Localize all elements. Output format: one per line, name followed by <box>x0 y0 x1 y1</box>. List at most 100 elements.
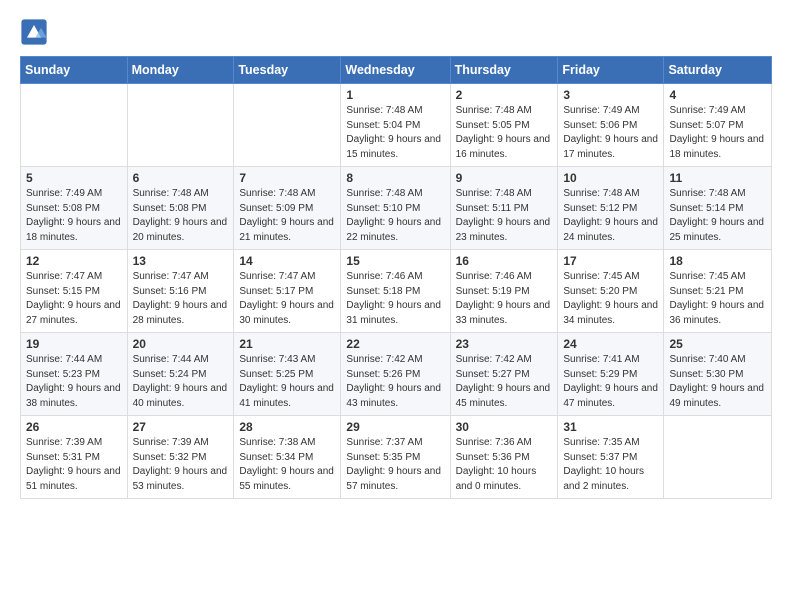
calendar-day-27: 27Sunrise: 7:39 AMSunset: 5:32 PMDayligh… <box>127 416 234 499</box>
daylight-text: Daylight: 9 hours and 25 minutes. <box>669 217 764 243</box>
sunset-text: Sunset: 5:15 PM <box>26 286 100 297</box>
sunset-text: Sunset: 5:06 PM <box>563 120 637 131</box>
day-info: Sunrise: 7:44 AMSunset: 5:23 PMDaylight:… <box>26 353 122 411</box>
day-number: 1 <box>346 88 444 102</box>
day-info: Sunrise: 7:49 AMSunset: 5:08 PMDaylight:… <box>26 187 122 245</box>
day-number: 25 <box>669 337 766 351</box>
sunset-text: Sunset: 5:04 PM <box>346 120 420 131</box>
sunset-text: Sunset: 5:23 PM <box>26 369 100 380</box>
day-number: 30 <box>456 420 553 434</box>
calendar-week-row: 12Sunrise: 7:47 AMSunset: 5:15 PMDayligh… <box>21 250 772 333</box>
sunrise-text: Sunrise: 7:48 AM <box>346 105 422 116</box>
sunrise-text: Sunrise: 7:46 AM <box>456 271 532 282</box>
day-info: Sunrise: 7:42 AMSunset: 5:27 PMDaylight:… <box>456 353 553 411</box>
day-info: Sunrise: 7:40 AMSunset: 5:30 PMDaylight:… <box>669 353 766 411</box>
day-number: 22 <box>346 337 444 351</box>
day-info: Sunrise: 7:37 AMSunset: 5:35 PMDaylight:… <box>346 436 444 494</box>
calendar-day-16: 16Sunrise: 7:46 AMSunset: 5:19 PMDayligh… <box>450 250 558 333</box>
calendar-day-2: 2Sunrise: 7:48 AMSunset: 5:05 PMDaylight… <box>450 84 558 167</box>
sunset-text: Sunset: 5:07 PM <box>669 120 743 131</box>
sunrise-text: Sunrise: 7:47 AM <box>239 271 315 282</box>
day-number: 9 <box>456 171 553 185</box>
calendar-day-19: 19 Sunrise: 7:44 AMSunset: 5:23 PMDayligh… <box>21 333 128 416</box>
sunrise-text: Sunrise: 7:48 AM <box>456 188 532 199</box>
daylight-text: Daylight: 9 hours and 34 minutes. <box>563 300 658 326</box>
day-number: 26 <box>26 420 122 434</box>
daylight-text: Daylight: 9 hours and 22 minutes. <box>346 217 441 243</box>
sunset-text: Sunset: 5:10 PM <box>346 203 420 214</box>
day-number: 11 <box>669 171 766 185</box>
day-info: Sunrise: 7:47 AMSunset: 5:15 PMDaylight:… <box>26 270 122 328</box>
day-info: Sunrise: 7:48 AMSunset: 5:14 PMDaylight:… <box>669 187 766 245</box>
day-number: 27 <box>133 420 229 434</box>
daylight-text: Daylight: 10 hours and 2 minutes. <box>563 466 644 492</box>
daylight-text: Daylight: 9 hours and 24 minutes. <box>563 217 658 243</box>
sunrise-text: Sunrise: 7:42 AM <box>456 354 532 365</box>
daylight-text: Daylight: 9 hours and 55 minutes. <box>239 466 334 492</box>
day-info: Sunrise: 7:48 AMSunset: 5:12 PMDaylight:… <box>563 187 658 245</box>
daylight-text: Daylight: 9 hours and 47 minutes. <box>563 383 658 409</box>
calendar-week-row: 5Sunrise: 7:49 AMSunset: 5:08 PMDaylight… <box>21 167 772 250</box>
calendar-day-1: 1Sunrise: 7:48 AMSunset: 5:04 PMDaylight… <box>341 84 450 167</box>
day-info: Sunrise: 7:46 AMSunset: 5:19 PMDaylight:… <box>456 270 553 328</box>
daylight-text: Daylight: 9 hours and 49 minutes. <box>669 383 764 409</box>
day-info: Sunrise: 7:36 AMSunset: 5:36 PMDaylight:… <box>456 436 553 494</box>
day-number: 31 <box>563 420 658 434</box>
logo <box>20 18 52 46</box>
empty-day-cell <box>127 84 234 167</box>
sunrise-text: Sunrise: 7:46 AM <box>346 271 422 282</box>
daylight-text: Daylight: 9 hours and 40 minutes. <box>133 383 228 409</box>
sunset-text: Sunset: 5:18 PM <box>346 286 420 297</box>
sunrise-text: Sunrise: 7:49 AM <box>26 188 102 199</box>
sunrise-text: Sunrise: 7:39 AM <box>133 437 209 448</box>
day-info: Sunrise: 7:48 AMSunset: 5:04 PMDaylight:… <box>346 104 444 162</box>
sunset-text: Sunset: 5:35 PM <box>346 452 420 463</box>
calendar-week-row: 26 Sunrise: 7:39 AMSunset: 5:31 PMDayligh… <box>21 416 772 499</box>
day-number: 8 <box>346 171 444 185</box>
day-number: 4 <box>669 88 766 102</box>
day-info: Sunrise: 7:48 AMSunset: 5:10 PMDaylight:… <box>346 187 444 245</box>
sunset-text: Sunset: 5:19 PM <box>456 286 530 297</box>
daylight-text: Daylight: 9 hours and 21 minutes. <box>239 217 334 243</box>
calendar-day-24: 24Sunrise: 7:41 AMSunset: 5:29 PMDayligh… <box>558 333 664 416</box>
sunrise-text: Sunrise: 7:48 AM <box>669 188 745 199</box>
sunrise-text: Sunrise: 7:44 AM <box>133 354 209 365</box>
calendar-day-15: 15Sunrise: 7:46 AMSunset: 5:18 PMDayligh… <box>341 250 450 333</box>
calendar-table: SundayMondayTuesdayWednesdayThursdayFrid… <box>20 56 772 499</box>
calendar-day-13: 13Sunrise: 7:47 AMSunset: 5:16 PMDayligh… <box>127 250 234 333</box>
sunset-text: Sunset: 5:16 PM <box>133 286 207 297</box>
daylight-text: Daylight: 10 hours and 0 minutes. <box>456 466 537 492</box>
sunrise-text: Sunrise: 7:41 AM <box>563 354 639 365</box>
sunset-text: Sunset: 5:26 PM <box>346 369 420 380</box>
calendar-day-14: 14Sunrise: 7:47 AMSunset: 5:17 PMDayligh… <box>234 250 341 333</box>
day-info: Sunrise: 7:46 AMSunset: 5:18 PMDaylight:… <box>346 270 444 328</box>
sunrise-text: Sunrise: 7:40 AM <box>669 354 745 365</box>
sunset-text: Sunset: 5:20 PM <box>563 286 637 297</box>
sunset-text: Sunset: 5:08 PM <box>26 203 100 214</box>
calendar-week-row: 19Sunrise: 7:44 AMSunset: 5:23 PMDayligh… <box>21 333 772 416</box>
day-info: Sunrise: 7:48 AMSunset: 5:11 PMDaylight:… <box>456 187 553 245</box>
daylight-text: Daylight: 9 hours and 38 minutes. <box>26 383 121 409</box>
sunset-text: Sunset: 5:09 PM <box>239 203 313 214</box>
sunset-text: Sunset: 5:17 PM <box>239 286 313 297</box>
day-info: Sunrise: 7:47 AM Sunset: 5:17 PM Daylight:… <box>239 270 335 328</box>
calendar-day-11: 11 Sunrise: 7:48 AMSunset: 5:14 PMDayligh… <box>664 167 772 250</box>
sunset-text: Sunset: 5:29 PM <box>563 369 637 380</box>
calendar-day-17: 17Sunrise: 7:45 AMSunset: 5:20 PMDayligh… <box>558 250 664 333</box>
day-number: 12 <box>26 254 122 268</box>
day-number: 28 <box>239 420 335 434</box>
day-number: 17 <box>563 254 658 268</box>
sunrise-text: Sunrise: 7:36 AM <box>456 437 532 448</box>
day-number: 19 <box>26 337 122 351</box>
daylight-text: Daylight: 9 hours and 30 minutes. <box>239 300 334 326</box>
calendar-day-3: 3Sunrise: 7:49 AMSunset: 5:06 PMDaylight… <box>558 84 664 167</box>
daylight-text: Daylight: 9 hours and 41 minutes. <box>239 383 334 409</box>
sunrise-text: Sunrise: 7:48 AM <box>456 105 532 116</box>
day-info: Sunrise: 7:38 AMSunset: 5:34 PMDaylight:… <box>239 436 335 494</box>
calendar-day-8: 8 Sunrise: 7:48 AMSunset: 5:10 PMDaylight… <box>341 167 450 250</box>
empty-day-cell <box>21 84 128 167</box>
sunrise-text: Sunrise: 7:35 AM <box>563 437 639 448</box>
day-info: Sunrise: 7:39 AMSunset: 5:31 PMDaylight:… <box>26 436 122 494</box>
sunrise-text: Sunrise: 7:39 AM <box>26 437 102 448</box>
calendar-week-row: 1Sunrise: 7:48 AMSunset: 5:04 PMDaylight… <box>21 84 772 167</box>
